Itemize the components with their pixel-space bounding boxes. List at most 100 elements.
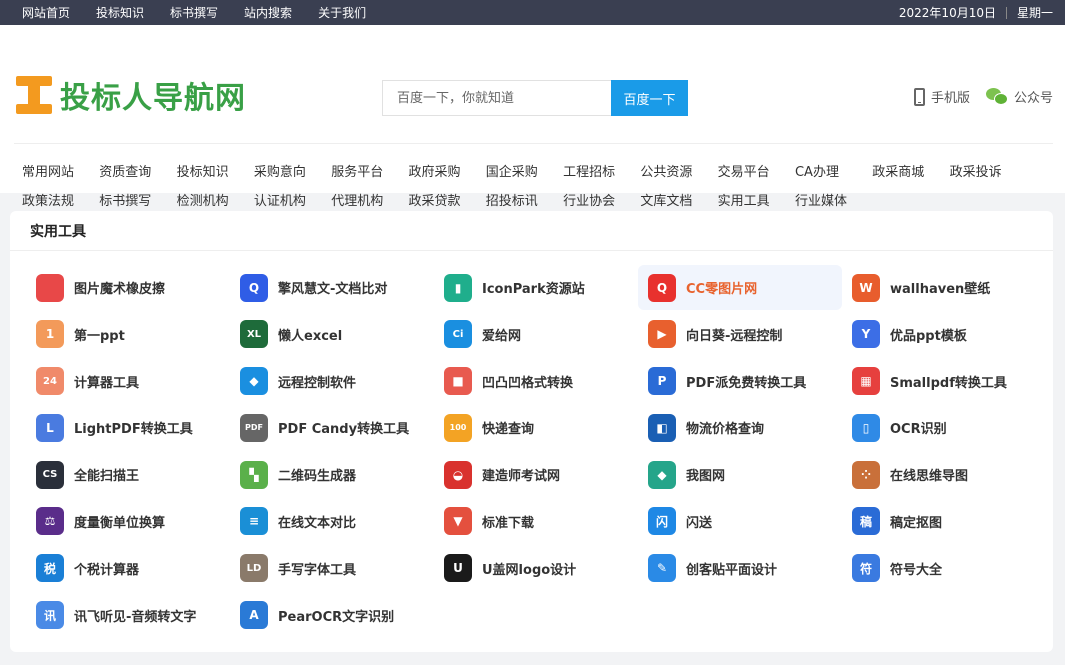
top-link-knowledge[interactable]: 投标知识	[96, 4, 144, 21]
tool-item[interactable]: ⁘ 在线思维导图	[842, 452, 1046, 497]
category-link[interactable]: 实用工具	[718, 190, 795, 209]
category-link[interactable]: 国企采购	[486, 161, 563, 180]
tool-item[interactable]: PDF PDF Candy转换工具	[230, 405, 434, 450]
date-text: 2022年10月10日	[898, 6, 996, 20]
tool-item[interactable]: 24 计算器工具	[26, 359, 230, 404]
site-logo[interactable]: 投标人导航网	[14, 73, 246, 117]
category-link[interactable]: 代理机构	[331, 190, 408, 209]
top-link-search[interactable]: 站内搜索	[244, 4, 292, 21]
tool-item[interactable]: Ci 爱给网	[434, 312, 638, 357]
category-link[interactable]: 公共资源	[640, 161, 717, 180]
category-link[interactable]: CA办理	[795, 161, 872, 180]
category-row-1: 常用网站 资质查询 投标知识 采购意向 服务平台 政府采购 国企采购 工程招标 …	[22, 156, 1052, 185]
tool-item[interactable]: ▶ 向日葵-远程控制	[638, 312, 842, 357]
tool-item[interactable]: Q CC零图片网	[638, 265, 842, 310]
tool-item[interactable]: ✎ 创客贴平面设计	[638, 546, 842, 591]
tool-item[interactable]: 1 第一ppt	[26, 312, 230, 357]
text-compare-icon: ≡	[240, 507, 268, 536]
smallpdf-icon: ▦	[852, 367, 880, 396]
tool-name: 在线文本对比	[278, 515, 357, 531]
category-link[interactable]: 检测机构	[177, 190, 254, 209]
tool-item[interactable]: CS 全能扫描王	[26, 452, 230, 497]
tool-name: 图片魔术橡皮擦	[74, 282, 166, 297]
blob-icon	[36, 273, 64, 302]
tool-item[interactable]: 100 快递查询	[434, 405, 638, 450]
category-link[interactable]: 工程招标	[563, 161, 640, 180]
tool-item[interactable]: ▮ IconPark资源站	[434, 265, 638, 310]
tool-item[interactable]: L LightPDF转换工具	[26, 405, 230, 450]
tool-item[interactable]: 税个税计算器	[26, 546, 230, 591]
category-link[interactable]: 招投标讯	[486, 190, 563, 209]
category-link[interactable]: 服务平台	[331, 161, 408, 180]
category-link[interactable]: 政府采购	[408, 161, 485, 180]
tool-item[interactable]: ▯ OCR识别	[842, 405, 1046, 450]
tool-name: 闪送	[686, 515, 713, 531]
category-link[interactable]: 政采商城	[872, 161, 949, 180]
camscanner-icon: CS	[36, 460, 64, 489]
tool-item[interactable]: ▦ Smallpdf转换工具	[842, 359, 1046, 404]
tool-item[interactable]: Wwallhaven壁纸	[842, 265, 1046, 310]
tool-item[interactable]: A PearOCR文字识别	[230, 593, 434, 638]
category-link[interactable]: 投标知识	[177, 161, 254, 180]
search-button[interactable]: 百度一下	[611, 80, 688, 116]
date-area: 2022年10月10日 星期一	[899, 4, 1053, 21]
tool-item[interactable]: ■ 凹凸凹格式转换	[434, 359, 638, 404]
tool-item[interactable]: Y 优品ppt模板	[842, 312, 1046, 357]
tool-item[interactable]: ▼ 标准下载	[434, 499, 638, 544]
top-links: 网站首页 投标知识 标书撰写 站内搜索 关于我们	[22, 4, 392, 21]
tool-item[interactable]: U U盖网logo设计	[434, 546, 638, 591]
tool-name: 在线思维导图	[890, 469, 969, 485]
tool-item[interactable]: LD 手写字体工具	[230, 546, 434, 591]
top-link-about[interactable]: 关于我们	[318, 4, 366, 21]
top-link-writing[interactable]: 标书撰写	[170, 4, 218, 21]
tool-name: 度量衡单位换算	[74, 515, 166, 531]
header-actions: 手机版 公众号	[913, 87, 1053, 106]
tool-item[interactable]: ◒ 建造师考试网	[434, 452, 638, 497]
tool-item[interactable]: 闪闪送	[638, 499, 842, 544]
category-link[interactable]: 资质查询	[99, 161, 176, 180]
tool-name: 爱给网	[482, 328, 522, 344]
top-link-home[interactable]: 网站首页	[22, 4, 70, 21]
tool-name: 个税计算器	[74, 562, 140, 578]
category-link[interactable]: 政策法规	[22, 190, 99, 209]
tool-item[interactable]: 图片魔术橡皮擦	[26, 265, 230, 310]
calculator-icon: 24	[36, 367, 64, 396]
category-link[interactable]: 交易平台	[718, 161, 795, 180]
sunflower-icon: ▶	[648, 320, 676, 349]
wechat-link[interactable]: 公众号	[985, 87, 1053, 106]
tool-item[interactable]: Q 擎风慧文-文档比对	[230, 265, 434, 310]
gaoding-icon: 稿	[852, 507, 880, 536]
tool-name: 标准下载	[482, 515, 535, 531]
tool-item[interactable]: ◆ 远程控制软件	[230, 359, 434, 404]
tool-item[interactable]: 讯讯飞听见-音频转文字	[26, 593, 230, 638]
tool-item[interactable]: P PDF派免费转换工具	[638, 359, 842, 404]
tool-item[interactable]: ⚖ 度量衡单位换算	[26, 499, 230, 544]
category-link[interactable]: 行业协会	[563, 190, 640, 209]
phone-icon	[913, 87, 925, 106]
tool-item[interactable]: 符符号大全	[842, 546, 1046, 591]
tool-name: 我图网	[686, 469, 726, 485]
wallhaven-icon: W	[852, 273, 880, 302]
standard-download-icon: ▼	[444, 507, 472, 536]
category-link[interactable]: 认证机构	[254, 190, 331, 209]
search-input[interactable]	[382, 80, 611, 116]
remote-icon: ◆	[240, 367, 268, 396]
tool-item[interactable]: ◧ 物流价格查询	[638, 405, 842, 450]
mobile-link[interactable]: 手机版	[913, 87, 970, 106]
category-link[interactable]: 政采贷款	[408, 190, 485, 209]
tax-icon: 税	[36, 554, 64, 583]
tool-item[interactable]: ≡ 在线文本对比	[230, 499, 434, 544]
category-link[interactable]: 政采投诉	[950, 161, 1027, 180]
category-link[interactable]: 文库文档	[640, 190, 717, 209]
category-link[interactable]: 采购意向	[254, 161, 331, 180]
category-link[interactable]: 标书撰写	[99, 190, 176, 209]
tool-name: OCR识别	[890, 422, 947, 438]
lightpdf-icon: L	[36, 413, 64, 442]
tool-item[interactable]: XL 懒人excel	[230, 312, 434, 357]
tool-item[interactable]: ◆ 我图网	[638, 452, 842, 497]
tool-item[interactable]: ▚ 二维码生成器	[230, 452, 434, 497]
category-link[interactable]: 行业媒体	[795, 190, 872, 209]
tool-item[interactable]: 稿稿定抠图	[842, 499, 1046, 544]
category-link[interactable]: 常用网站	[22, 161, 99, 180]
top-bar: 网站首页 投标知识 标书撰写 站内搜索 关于我们 2022年10月10日 星期一	[0, 0, 1065, 25]
